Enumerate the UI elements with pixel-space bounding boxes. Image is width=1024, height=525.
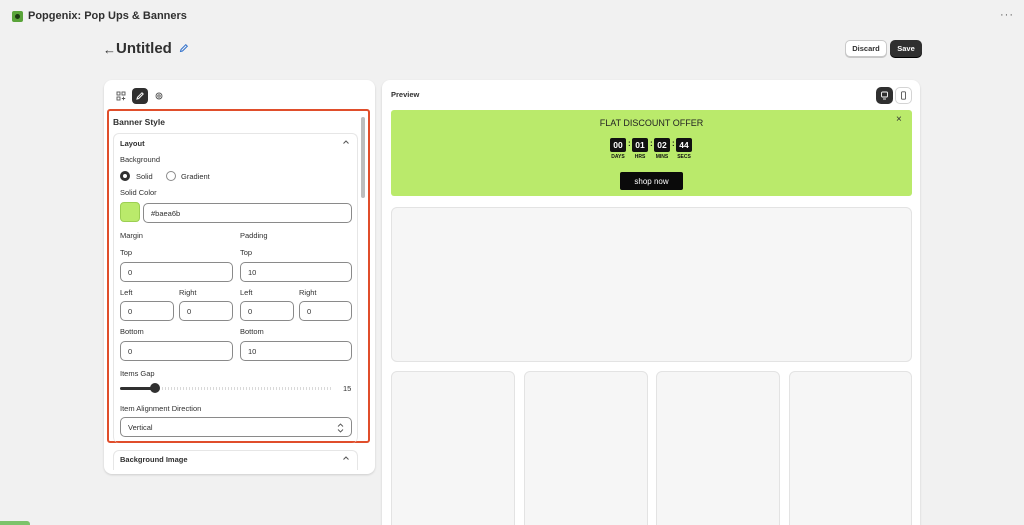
app-bar: Popgenix: Pop Ups & Banners xyxy=(0,0,1024,32)
radio-gradient[interactable] xyxy=(166,171,176,181)
elements-icon[interactable] xyxy=(113,88,129,104)
countdown-seconds: 44 xyxy=(676,138,692,152)
padding-top-label: Top xyxy=(240,248,253,257)
chevron-up-icon[interactable] xyxy=(342,454,350,462)
brush-icon[interactable] xyxy=(132,88,148,104)
margin-label: Margin xyxy=(120,231,143,240)
pencil-icon[interactable] xyxy=(179,43,189,53)
radio-solid[interactable] xyxy=(120,171,130,181)
app-title: Popgenix: Pop Ups & Banners xyxy=(28,10,187,22)
color-swatch[interactable] xyxy=(120,202,140,222)
gear-icon[interactable] xyxy=(151,88,167,104)
countdown-minutes: 02 xyxy=(654,138,670,152)
banner-title: FLAT DISCOUNT OFFER xyxy=(599,118,704,128)
countdown-seconds-label: SECS xyxy=(677,154,691,160)
padding-right-input[interactable]: 0 xyxy=(299,301,352,321)
scrollbar-thumb[interactable] xyxy=(361,117,365,198)
back-arrow-icon[interactable]: ← xyxy=(103,42,116,57)
margin-left-label: Left xyxy=(120,288,133,297)
chevron-up-icon[interactable] xyxy=(342,138,350,146)
padding-bottom-label: Bottom xyxy=(240,327,264,336)
solid-color-label: Solid Color xyxy=(120,188,157,197)
padding-left-input[interactable]: 0 xyxy=(240,301,294,321)
countdown-hours: 01 xyxy=(632,138,648,152)
shop-now-button[interactable]: shop now xyxy=(620,172,683,190)
alignment-select[interactable]: Vertical xyxy=(120,417,352,437)
solid-color-input[interactable]: #baea6b xyxy=(143,203,352,223)
preview-title: Preview xyxy=(391,90,420,99)
radio-solid-label[interactable]: Solid xyxy=(136,172,153,181)
preview-placeholder-card xyxy=(656,371,780,525)
close-icon[interactable]: × xyxy=(896,114,902,125)
padding-top-input[interactable]: 10 xyxy=(240,262,352,282)
alignment-select-value: Vertical xyxy=(128,422,153,432)
mobile-view-icon[interactable] xyxy=(895,87,912,104)
background-image-title[interactable]: Background Image xyxy=(120,455,188,464)
select-arrows-icon xyxy=(337,423,344,433)
preview-placeholder-card xyxy=(524,371,648,525)
countdown-separator: : xyxy=(650,139,653,148)
page-title: Untitled xyxy=(116,40,172,57)
radio-gradient-label[interactable]: Gradient xyxy=(181,172,210,181)
desktop-view-icon[interactable] xyxy=(876,87,893,104)
banner-style-title: Banner Style xyxy=(113,117,165,127)
countdown-minutes-label: MINS xyxy=(655,154,669,160)
preview-placeholder-card xyxy=(789,371,912,525)
corner-indicator xyxy=(0,521,30,525)
countdown-separator: : xyxy=(628,139,631,148)
items-gap-value: 15 xyxy=(343,384,352,393)
padding-left-label: Left xyxy=(240,288,253,297)
editor-tabs xyxy=(113,88,167,104)
margin-top-input[interactable]: 0 xyxy=(120,262,233,282)
discard-button[interactable]: Discard xyxy=(845,40,887,57)
items-gap-label: Items Gap xyxy=(120,369,155,378)
margin-right-input[interactable]: 0 xyxy=(179,301,233,321)
alignment-label: Item Alignment Direction xyxy=(120,404,202,413)
items-gap-slider-handle[interactable] xyxy=(150,383,160,393)
countdown-days-label: DAYS xyxy=(611,154,625,160)
countdown-days: 00 xyxy=(610,138,626,152)
more-options-icon[interactable]: ··· xyxy=(1000,9,1014,21)
padding-label: Padding xyxy=(240,231,268,240)
padding-bottom-input[interactable]: 10 xyxy=(240,341,352,361)
margin-right-label: Right xyxy=(179,288,197,297)
save-button[interactable]: Save xyxy=(890,40,922,57)
countdown-hours-label: HRS xyxy=(634,154,646,160)
countdown-separator: : xyxy=(672,139,675,148)
app-logo-icon xyxy=(12,10,23,22)
layout-title[interactable]: Layout xyxy=(120,139,145,148)
margin-bottom-input[interactable]: 0 xyxy=(120,341,233,361)
preview-placeholder-card xyxy=(391,371,515,525)
margin-left-input[interactable]: 0 xyxy=(120,301,174,321)
margin-top-label: Top xyxy=(120,248,133,257)
padding-right-label: Right xyxy=(299,288,317,297)
preview-placeholder-block xyxy=(391,207,912,362)
background-label: Background xyxy=(120,155,161,164)
margin-bottom-label: Bottom xyxy=(120,327,144,336)
